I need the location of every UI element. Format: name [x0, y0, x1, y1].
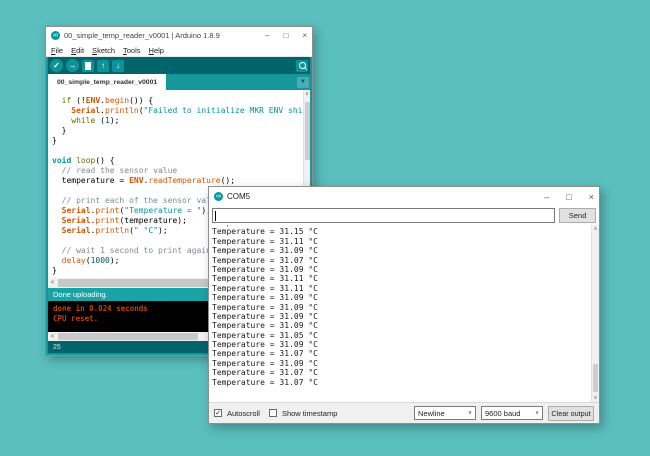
show-timestamp-checkbox[interactable]	[268, 409, 277, 417]
serial-line: Temperature = 31.09 °C	[212, 358, 318, 368]
menu-help[interactable]: Help	[149, 46, 164, 55]
verify-button[interactable]: ✓	[50, 59, 63, 72]
serial-line: Temperature = 31.11 °C	[212, 274, 318, 284]
serial-line: Temperature = 31.09 °C	[212, 340, 318, 350]
autoscroll-checkbox[interactable]: ✓	[214, 409, 222, 417]
serial-input[interactable]	[212, 208, 555, 223]
serial-controls-bar: ✓ Autoscroll Show timestamp Newline ∨ 96…	[209, 402, 599, 423]
serial-line: Temperature = 31.09 °C	[212, 311, 318, 321]
chevron-down-icon: ∨	[534, 410, 539, 416]
serial-send-row: Send	[209, 206, 599, 225]
serial-line: Temperature = 31.07 °C	[212, 255, 318, 265]
serial-monitor-window: ∞ COM5 – □ × Send Temperature = 31.15 °C…	[208, 186, 600, 424]
menu-tools[interactable]: Tools	[123, 46, 141, 55]
serial-line: Temperature = 31.11 °C	[212, 283, 318, 293]
serial-line: Temperature = 31.11 °C	[212, 236, 318, 246]
sketch-tab[interactable]: 00_simple_temp_reader_v0001	[48, 74, 167, 90]
serial-output-area[interactable]: Temperature = 31.15 °C Temperature = 31.1…	[209, 225, 599, 402]
serial-line: Temperature = 31.09 °C	[212, 302, 318, 312]
new-sketch-button[interactable]	[82, 59, 94, 72]
ide-menubar: File Edit Sketch Tools Help	[46, 44, 312, 57]
serial-line: Temperature = 31.09 °C	[212, 264, 318, 274]
close-icon[interactable]: ×	[302, 31, 307, 41]
serial-monitor-button[interactable]	[296, 59, 308, 72]
serial-line: Temperature = 31.09 °C	[212, 293, 318, 303]
serial-line: Temperature = 31.09 °C	[212, 321, 318, 331]
serial-scroll-thumb[interactable]	[593, 364, 598, 392]
close-icon[interactable]: ×	[589, 192, 594, 202]
code-line: void loop() {	[52, 156, 115, 165]
code-line: }	[52, 136, 57, 145]
ide-window-title: 00_simple_temp_reader_v0001 | Arduino 1.…	[64, 31, 220, 40]
tab-menu-button[interactable]: ▼	[297, 76, 309, 88]
line-ending-select[interactable]: Newline ∨	[414, 406, 476, 420]
code-line: Serial.println("Failed to initialize MKR…	[71, 106, 310, 115]
clear-output-button[interactable]: Clear output	[548, 405, 594, 421]
ide-toolbar: ✓ → ↑ ↓	[48, 57, 310, 74]
ide-tabbar: 00_simple_temp_reader_v0001 ▼	[48, 74, 310, 90]
scroll-down-icon[interactable]: ∨	[592, 394, 599, 402]
open-button[interactable]: ↑	[97, 59, 109, 72]
scroll-left-icon[interactable]: <	[48, 278, 57, 288]
minimize-icon[interactable]: –	[265, 31, 269, 41]
serial-line: Temperature = 31.07 °C	[212, 368, 318, 378]
serial-window-title: COM5	[227, 192, 251, 201]
scroll-left-icon[interactable]: <	[48, 332, 57, 342]
chevron-down-icon: ∨	[467, 410, 472, 416]
serial-titlebar[interactable]: ∞ COM5 – □ ×	[209, 187, 599, 206]
save-button[interactable]: ↓	[112, 59, 124, 72]
code-line: while (1);	[71, 116, 120, 125]
menu-edit[interactable]: Edit	[71, 46, 84, 55]
menu-file[interactable]: File	[51, 46, 63, 55]
scroll-up-icon[interactable]: ∧	[592, 225, 599, 233]
minimize-icon[interactable]: –	[544, 192, 549, 202]
serial-line: Temperature = 31.05 °C	[212, 330, 318, 340]
code-line: }	[52, 126, 67, 135]
autoscroll-label[interactable]: Autoscroll	[227, 409, 260, 418]
desktop: { "arduino": { "title": "00_simple_temp_…	[0, 0, 650, 456]
code-line: if (!ENV.begin()) {	[61, 96, 154, 105]
baud-rate-select[interactable]: 9600 baud ∨	[481, 406, 543, 420]
code-line: // read the sensor value	[52, 166, 178, 175]
console-hscroll-thumb[interactable]	[58, 333, 198, 340]
current-line-number: 25	[53, 343, 61, 351]
serial-line: Temperature = 31.09 °C	[212, 246, 318, 256]
serial-line: Temperature = 31.07 °C	[212, 349, 318, 359]
arduino-logo-icon: ∞	[51, 31, 60, 40]
send-button[interactable]: Send	[559, 208, 596, 223]
serial-vertical-scrollbar[interactable]: ∧ ∨	[591, 225, 599, 402]
editor-scroll-thumb[interactable]	[305, 102, 310, 160]
maximize-icon[interactable]: □	[283, 31, 288, 41]
status-message: Done uploading.	[53, 290, 108, 299]
show-timestamp-label[interactable]: Show timestamp	[282, 409, 337, 418]
scroll-up-icon[interactable]: ∧	[304, 90, 310, 98]
code-line: temperature = ENV.readTemperature();	[52, 176, 236, 185]
upload-button[interactable]: →	[66, 59, 79, 72]
maximize-icon[interactable]: □	[566, 192, 571, 202]
menu-sketch[interactable]: Sketch	[92, 46, 115, 55]
ide-titlebar[interactable]: ∞ 00_simple_temp_reader_v0001 | Arduino …	[46, 27, 312, 44]
serial-line: Temperature = 31.15 °C	[212, 227, 318, 237]
serial-line: Temperature = 31.07 °C	[212, 377, 318, 387]
arduino-logo-icon: ∞	[214, 192, 223, 201]
text-caret	[215, 211, 216, 221]
editor-hscroll-thumb[interactable]	[58, 279, 208, 287]
